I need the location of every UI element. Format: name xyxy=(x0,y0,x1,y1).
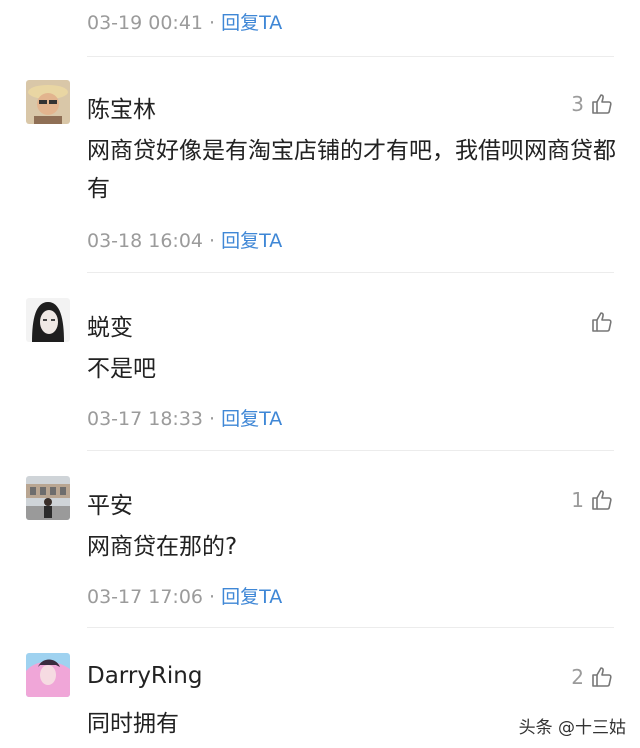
avatar[interactable] xyxy=(26,476,70,520)
comment-meta: 03-17 18:33 · 回复TA xyxy=(87,404,282,431)
reply-button[interactable]: 回复TA xyxy=(221,586,282,608)
separator-dot: · xyxy=(209,230,216,252)
divider xyxy=(87,272,614,273)
comment-text: 网商贷在那的? xyxy=(87,534,238,560)
comment-text: 不是吧 xyxy=(87,356,156,382)
separator-dot: · xyxy=(209,586,216,608)
thumbs-up-icon xyxy=(592,667,612,687)
avatar[interactable] xyxy=(26,80,70,124)
comment-meta: 03-17 17:06 · 回复TA xyxy=(87,582,282,609)
like-count: 2 xyxy=(571,665,584,689)
separator-dot: · xyxy=(209,12,216,34)
comment-time: 03-17 18:33 xyxy=(87,408,204,430)
comment-meta: 03-19 00:41 · 回复TA xyxy=(87,8,282,35)
thumbs-up-icon xyxy=(592,312,612,332)
watermark: 头条 @十三姑 xyxy=(518,718,626,738)
like-button[interactable]: 1 xyxy=(571,488,614,512)
like-button[interactable] xyxy=(584,310,614,334)
thumbs-up-icon xyxy=(592,490,612,510)
comment-time: 03-17 17:06 xyxy=(87,586,204,608)
commenter-name[interactable]: 蜕变 xyxy=(87,308,133,342)
like-button[interactable]: 2 xyxy=(571,665,614,689)
commenter-name[interactable]: 平安 xyxy=(87,486,133,520)
reply-button[interactable]: 回复TA xyxy=(221,230,282,252)
comment-time: 03-18 16:04 xyxy=(87,230,204,252)
commenter-name[interactable]: DarryRing xyxy=(87,663,202,689)
comment-meta: 03-18 16:04 · 回复TA xyxy=(87,226,282,253)
reply-button[interactable]: 回复TA xyxy=(221,12,282,34)
divider xyxy=(87,56,614,57)
avatar[interactable] xyxy=(26,298,70,342)
separator-dot: · xyxy=(209,408,216,430)
like-button[interactable]: 3 xyxy=(571,92,614,116)
thumbs-up-icon xyxy=(592,94,612,114)
reply-button[interactable]: 回复TA xyxy=(221,408,282,430)
like-count: 1 xyxy=(571,488,584,512)
avatar[interactable] xyxy=(26,653,70,697)
like-count: 3 xyxy=(571,92,584,116)
commenter-name[interactable]: 陈宝林 xyxy=(87,90,156,124)
divider xyxy=(87,627,614,628)
divider xyxy=(87,450,614,451)
comment-text: 网商贷好像是有淘宝店铺的才有吧，我借呗网商贷都有 xyxy=(87,138,616,202)
comment-time: 03-19 00:41 xyxy=(87,12,204,34)
